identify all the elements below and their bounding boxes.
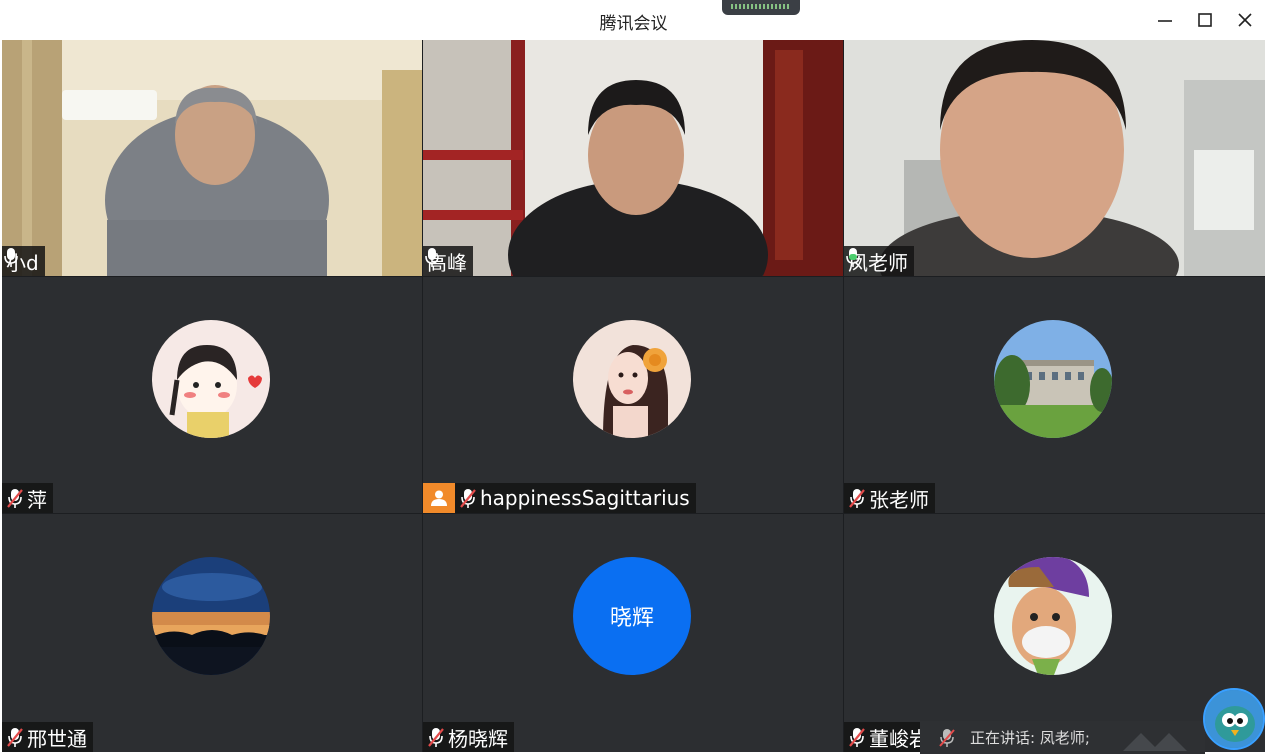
participant-name: 杨晓辉 <box>448 726 508 751</box>
microphone-muted-icon <box>849 728 865 747</box>
minimize-icon <box>1158 20 1172 22</box>
maximize-button[interactable] <box>1193 8 1217 32</box>
minimize-button[interactable] <box>1153 8 1177 32</box>
participant-name: 萍 <box>27 487 47 512</box>
participant-text-avatar: 晓辉 <box>573 557 691 675</box>
close-icon <box>1238 13 1252 27</box>
participant-name-label: 杨晓辉 <box>423 722 514 752</box>
participant-name-label: 邢世通 <box>2 722 93 752</box>
participant-name: 邢世通 <box>27 726 87 751</box>
video-feed <box>2 40 422 276</box>
participant-name-label: 萍 <box>2 483 53 513</box>
participant-avatar <box>152 557 270 675</box>
participant-name: 张老师 <box>869 487 929 512</box>
title-bar: 腾讯会议 <box>0 0 1267 40</box>
microphone-muted-icon <box>7 728 23 747</box>
participant-tile[interactable]: 董峻岩 <box>844 514 1265 752</box>
participant-name-label: happinessSagittarius <box>423 483 696 513</box>
microphone-muted-icon <box>428 728 444 747</box>
window-title: 腾讯会议 <box>599 14 668 34</box>
participant-grid: 小d 高峰 凤老师 萍 happinessSagittarius 张老师 邢世通… <box>2 40 1265 752</box>
participant-name-label: 小d <box>2 246 45 276</box>
microphone-muted-icon <box>7 489 23 508</box>
participant-name-label: 高峰 <box>423 246 473 276</box>
participant-tile[interactable]: 邢世通 <box>2 514 422 752</box>
participant-tile[interactable]: 张老师 <box>844 277 1265 513</box>
microphone-muted-icon <box>939 728 955 747</box>
participant-name-label: 凤老师 <box>844 246 914 276</box>
participant-tile[interactable]: happinessSagittarius <box>423 277 843 513</box>
participant-avatar <box>994 557 1112 675</box>
current-speaker-label: 正在讲话: 凤老师; <box>970 729 1090 747</box>
participant-avatar <box>994 320 1112 438</box>
participant-tile[interactable]: 萍 <box>2 277 422 513</box>
decorative-shapes-icon <box>1123 733 1187 751</box>
participant-tile-video-active-speaker[interactable]: 凤老师 <box>844 40 1265 276</box>
close-button[interactable] <box>1233 8 1257 32</box>
person-icon <box>423 483 455 513</box>
current-speaker-bar[interactable]: 正在讲话: 凤老师; <box>920 721 1205 754</box>
microphone-muted-icon <box>460 489 476 508</box>
self-avatar[interactable] <box>1203 688 1265 750</box>
participant-tile-video[interactable]: 高峰 <box>423 40 843 276</box>
participant-tile-video[interactable]: 小d <box>2 40 422 276</box>
participant-avatar <box>573 320 691 438</box>
microphone-muted-icon <box>849 489 865 508</box>
participant-avatar <box>152 320 270 438</box>
microphone-speaking-icon <box>846 248 860 267</box>
participant-name-label: 张老师 <box>844 483 935 513</box>
microphone-icon <box>425 248 439 267</box>
maximize-icon <box>1198 13 1212 27</box>
microphone-icon <box>4 248 18 267</box>
video-feed <box>844 40 1265 276</box>
video-feed <box>423 40 843 276</box>
participant-name: happinessSagittarius <box>480 486 690 510</box>
participant-tile[interactable]: 晓辉 杨晓辉 <box>423 514 843 752</box>
